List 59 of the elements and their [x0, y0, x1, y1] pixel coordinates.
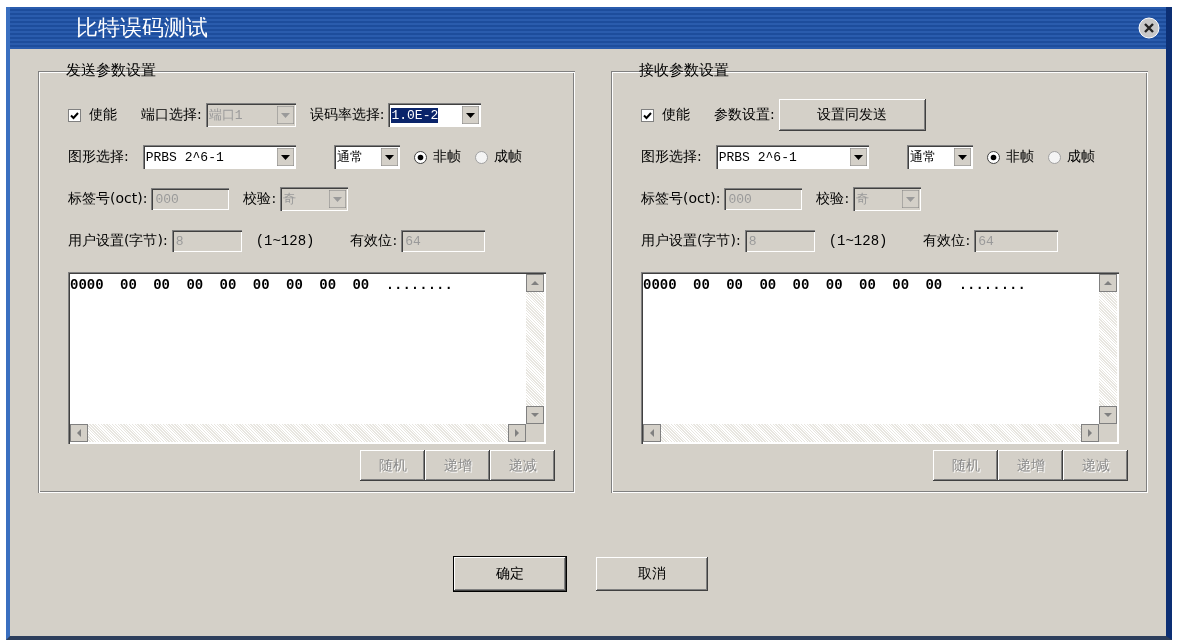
range-hint: (1~128) — [828, 233, 888, 249]
field-label: 误码率选择: — [309, 106, 385, 124]
copy-settings-button[interactable]: 设置同发送 — [778, 99, 926, 131]
caret-icon — [276, 148, 294, 166]
scroll-up-icon[interactable] — [526, 274, 544, 292]
scroll-down-icon[interactable] — [1099, 406, 1117, 424]
checkbox-icon — [68, 108, 81, 122]
scroll-up-icon[interactable] — [1099, 274, 1117, 292]
radio-button[interactable]: 非帧 — [413, 148, 461, 166]
caret-icon — [276, 106, 294, 124]
checkbox-icon — [641, 108, 654, 122]
field-label: 有效位: — [350, 232, 398, 250]
field-label: 用户设置(字节): — [68, 232, 168, 250]
field-label: 校验: — [243, 190, 277, 208]
dropdown[interactable]: PRBS 2^6-1 — [715, 145, 869, 169]
field-label: 图形选择: — [641, 148, 702, 166]
scroll-right-icon[interactable] — [508, 424, 526, 442]
hex-text-area[interactable]: 0000 00 00 00 00 00 00 00 00 ........ — [641, 272, 1119, 444]
field-label: 端口选择: — [141, 106, 202, 124]
field-label: 图形选择: — [68, 148, 129, 166]
checkbox[interactable]: 使能 — [641, 106, 690, 124]
caret-icon — [953, 148, 971, 166]
dialog-button[interactable]: 确定 — [454, 557, 566, 591]
field-label: 有效位: — [923, 232, 971, 250]
scroll-left-icon[interactable] — [70, 424, 88, 442]
window-title: 比特误码测试 — [76, 14, 208, 42]
vertical-scrollbar[interactable] — [1099, 274, 1117, 424]
dialog-button[interactable]: 取消 — [596, 557, 708, 591]
field-label: 标签号(oct): — [68, 190, 148, 208]
radio-button[interactable]: 非帧 — [986, 148, 1034, 166]
caret-icon — [380, 148, 398, 166]
field-label: 参数设置: — [714, 106, 775, 124]
field-label: 标签号(oct): — [641, 190, 721, 208]
caret-icon — [902, 190, 920, 208]
radio-button[interactable]: 成帧 — [1047, 148, 1095, 166]
caret-icon — [329, 190, 347, 208]
close-icon[interactable] — [1138, 17, 1160, 39]
dropdown[interactable]: 1.0E-2 — [388, 103, 482, 127]
hex-data: 0000 00 00 00 00 00 00 00 00 ........ — [643, 276, 1027, 293]
dropdown[interactable]: PRBS 2^6-1 — [142, 145, 296, 169]
field-label: 用户设置(字节): — [641, 232, 741, 250]
range-hint: (1~128) — [255, 233, 315, 249]
field-label: 校验: — [816, 190, 850, 208]
dropdown[interactable]: 通常 — [906, 145, 973, 169]
group-title: 发送参数设置 — [65, 61, 157, 80]
dropdown[interactable]: 通常 — [333, 145, 400, 169]
checkbox[interactable]: 使能 — [68, 106, 117, 124]
hex-text-area[interactable]: 0000 00 00 00 00 00 00 00 00 ........ — [68, 272, 546, 444]
radio-button[interactable]: 成帧 — [474, 148, 522, 166]
hex-data: 0000 00 00 00 00 00 00 00 00 ........ — [70, 276, 454, 293]
scroll-left-icon[interactable] — [643, 424, 661, 442]
caret-icon — [849, 148, 867, 166]
vertical-scrollbar[interactable] — [526, 274, 544, 424]
scroll-right-icon[interactable] — [1081, 424, 1099, 442]
scrollbar-corner — [1099, 424, 1117, 442]
caret-icon — [462, 106, 480, 124]
scroll-down-icon[interactable] — [526, 406, 544, 424]
group-title: 接收参数设置 — [638, 61, 730, 80]
scrollbar-corner — [526, 424, 544, 442]
